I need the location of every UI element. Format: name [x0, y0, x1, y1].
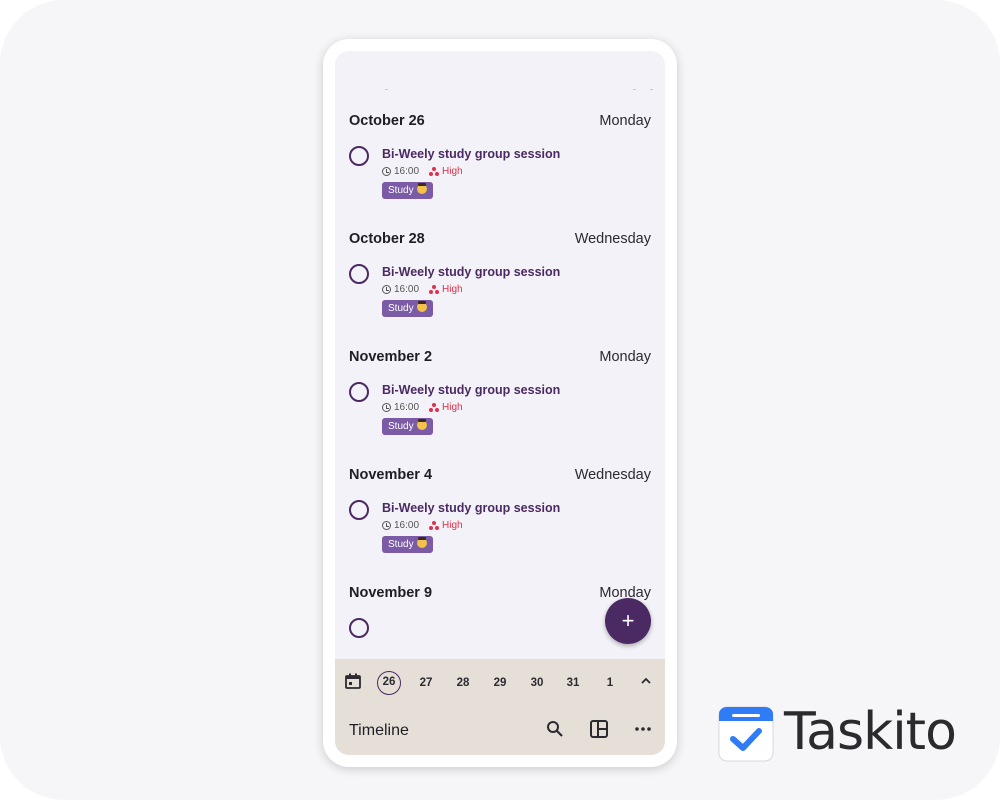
task-tag[interactable]: Study — [382, 418, 433, 435]
priority-icon — [429, 285, 440, 294]
phone-frame: October 26 Monday Bi-Weely study group s… — [323, 39, 677, 767]
graduate-emoji-icon — [416, 419, 427, 430]
clock-icon — [382, 167, 391, 176]
tag-label: Study — [388, 185, 414, 196]
day-section: November 2 Monday Bi-Weely study group s… — [335, 345, 665, 463]
priority-icon — [429, 521, 440, 530]
date-chip-selected[interactable]: 26 — [377, 671, 401, 695]
task-time: 16:00 — [394, 402, 420, 413]
task-meta: 16:00 High — [382, 284, 463, 295]
task-meta: 16:00 High — [382, 402, 463, 413]
date-chip[interactable]: 30 — [525, 671, 549, 695]
task-priority: High — [429, 402, 463, 413]
bottom-toolbar: Timeline — [335, 707, 665, 751]
day-date: October 26 — [349, 113, 425, 129]
task-tag[interactable]: Study — [382, 182, 433, 199]
day-date: November 2 — [349, 349, 433, 365]
task-time: 16:00 — [394, 284, 420, 295]
day-section: October 26 Monday Bi-Weely study group s… — [335, 109, 665, 227]
task-checkbox[interactable] — [349, 382, 369, 402]
date-chip[interactable]: 28 — [451, 671, 475, 695]
task-title[interactable]: Bi-Weely study group session — [382, 147, 560, 161]
task-time: 16:00 — [394, 520, 420, 531]
task-meta: 16:00 High — [382, 166, 463, 177]
clock-icon — [382, 521, 391, 530]
task-checkbox[interactable] — [349, 146, 369, 166]
graduate-emoji-icon — [416, 183, 427, 194]
task-title[interactable]: Bi-Weely study group session — [382, 265, 560, 279]
day-section: November 4 Wednesday Bi-Weely study grou… — [335, 463, 665, 581]
date-chip[interactable]: 1 — [598, 671, 622, 695]
clock-icon — [382, 285, 391, 294]
graduate-emoji-icon — [416, 301, 427, 312]
priority-icon — [429, 167, 440, 176]
task-checkbox[interactable] — [349, 618, 369, 638]
date-chip[interactable]: 29 — [488, 671, 512, 695]
task-tag[interactable]: Study — [382, 300, 433, 317]
add-task-button[interactable]: + — [605, 598, 651, 644]
day-date: October 28 — [349, 231, 425, 247]
bottom-panel: 26 27 28 29 30 31 1 Timeline — [335, 659, 665, 755]
priority-label: High — [442, 284, 463, 295]
taskito-logo-icon — [718, 706, 774, 762]
day-weekday: Wednesday — [574, 467, 651, 483]
day-weekday: Monday — [599, 349, 651, 365]
calendar-icon[interactable] — [345, 673, 361, 689]
priority-label: High — [442, 520, 463, 531]
task-meta: 16:00 High — [382, 520, 463, 531]
task-tag[interactable]: Study — [382, 536, 433, 553]
tag-label: Study — [388, 303, 414, 314]
day-weekday: Wednesday — [574, 231, 651, 247]
status-bar-remnant — [335, 89, 665, 93]
chevron-up-icon[interactable] — [640, 675, 652, 687]
priority-icon — [429, 403, 440, 412]
brand-name: Taskito — [784, 702, 957, 762]
task-priority: High — [429, 166, 463, 177]
day-date: November 4 — [349, 467, 433, 483]
day-section: October 28 Wednesday Bi-Weely study grou… — [335, 227, 665, 345]
task-checkbox[interactable] — [349, 264, 369, 284]
task-priority: High — [429, 520, 463, 531]
graduate-emoji-icon — [416, 537, 427, 548]
tag-label: Study — [388, 421, 414, 432]
task-time: 16:00 — [394, 166, 420, 177]
task-title[interactable]: Bi-Weely study group session — [382, 501, 560, 515]
clock-icon — [382, 403, 391, 412]
layout-icon[interactable] — [589, 719, 609, 739]
app-screen: October 26 Monday Bi-Weely study group s… — [335, 51, 665, 755]
date-chip[interactable]: 27 — [414, 671, 438, 695]
task-title[interactable]: Bi-Weely study group session — [382, 383, 560, 397]
priority-label: High — [442, 166, 463, 177]
task-checkbox[interactable] — [349, 500, 369, 520]
date-strip: 26 27 28 29 30 31 1 — [335, 659, 665, 707]
more-icon[interactable] — [633, 719, 653, 739]
tag-label: Study — [388, 539, 414, 550]
day-weekday: Monday — [599, 113, 651, 129]
priority-label: High — [442, 402, 463, 413]
date-chip[interactable]: 31 — [561, 671, 585, 695]
view-title[interactable]: Timeline — [349, 722, 409, 740]
day-date: November 9 — [349, 585, 433, 601]
search-icon[interactable] — [545, 719, 565, 739]
task-priority: High — [429, 284, 463, 295]
